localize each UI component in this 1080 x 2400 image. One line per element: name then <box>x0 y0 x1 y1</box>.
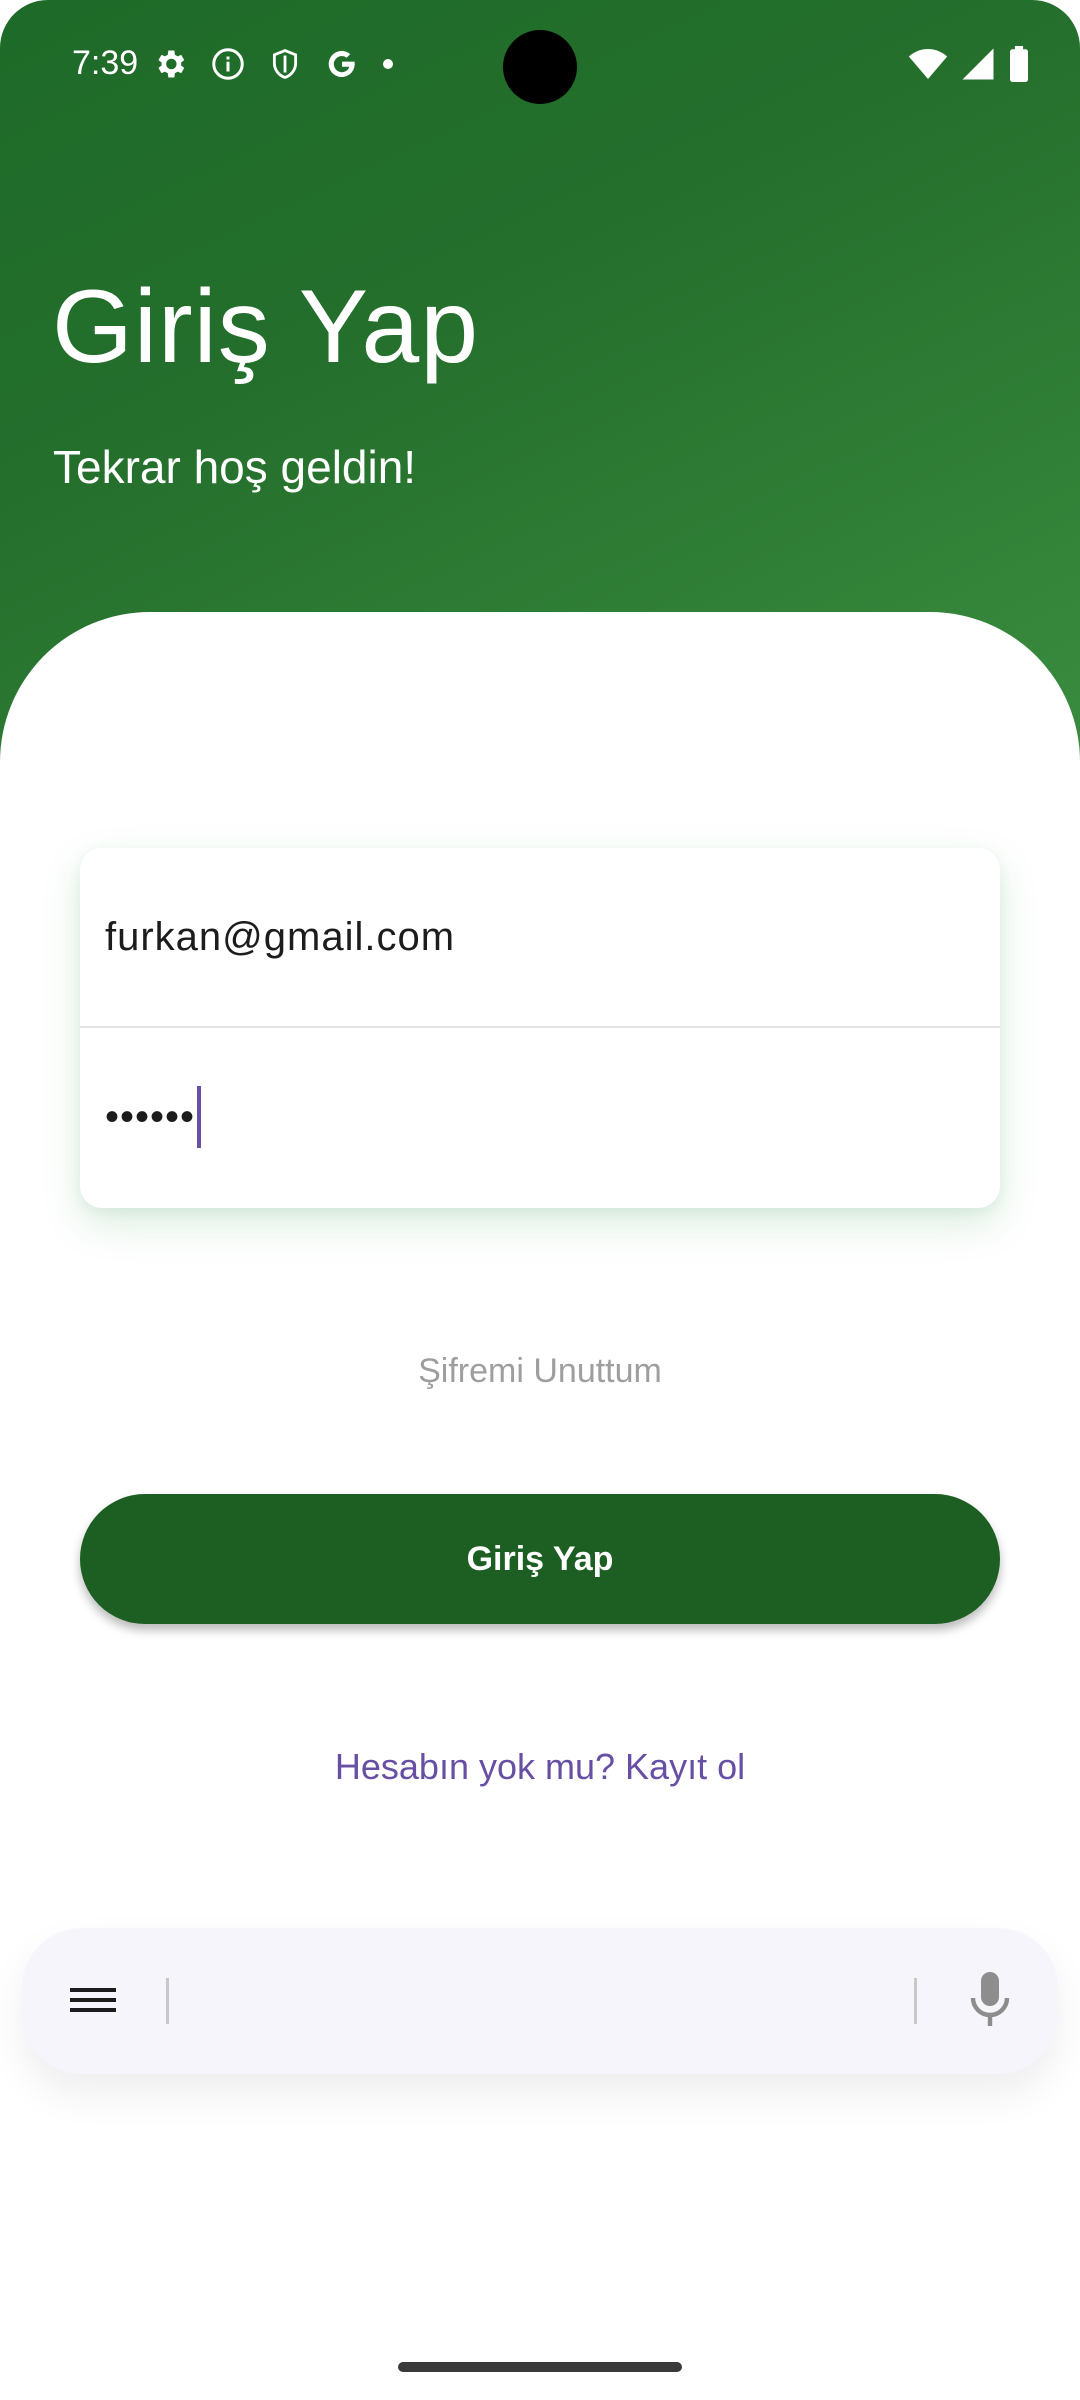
toolbar-divider-left <box>166 1978 169 2024</box>
page-subtitle: Tekrar hoş geldin! <box>53 441 417 493</box>
menu-icon[interactable] <box>68 1978 118 2022</box>
email-value: furkan@gmail.com <box>105 914 456 959</box>
register-link[interactable]: Hesabın yok mu? Kayıt ol <box>0 1746 1080 1788</box>
page-title: Giriş Yap <box>52 269 480 385</box>
toolbar-divider-right <box>914 1978 917 2024</box>
forgot-password-link[interactable]: Şifremi Unuttum <box>0 1352 1080 1391</box>
google-icon <box>324 46 360 82</box>
status-icons-left <box>152 46 394 82</box>
login-form-card: furkan@gmail.com •••••• <box>80 848 1000 1208</box>
settings-icon <box>152 46 188 82</box>
front-camera <box>503 30 577 104</box>
email-field[interactable]: furkan@gmail.com <box>80 848 1000 1026</box>
microphone-icon[interactable] <box>966 1970 1014 2030</box>
status-bar: 7:39 <box>0 0 1080 132</box>
login-screen: 7:39 Giriş Yap Tekrar hoş geldin! furkan… <box>0 0 1080 2400</box>
navigation-handle[interactable] <box>398 2362 682 2372</box>
password-value: •••••• <box>105 1094 196 1139</box>
text-caret <box>197 1086 202 1148</box>
status-icons-right <box>908 46 1030 87</box>
signal-icon <box>960 47 996 86</box>
status-time: 7:39 <box>72 44 139 82</box>
battery-icon <box>1008 46 1030 87</box>
keyboard-toolbar <box>22 1928 1058 2074</box>
info-icon <box>210 46 246 82</box>
wifi-icon <box>908 47 948 86</box>
shield-icon <box>268 46 302 82</box>
login-button[interactable]: Giriş Yap <box>80 1494 1000 1624</box>
dot-icon <box>382 58 394 70</box>
password-field[interactable]: •••••• <box>80 1028 1000 1206</box>
